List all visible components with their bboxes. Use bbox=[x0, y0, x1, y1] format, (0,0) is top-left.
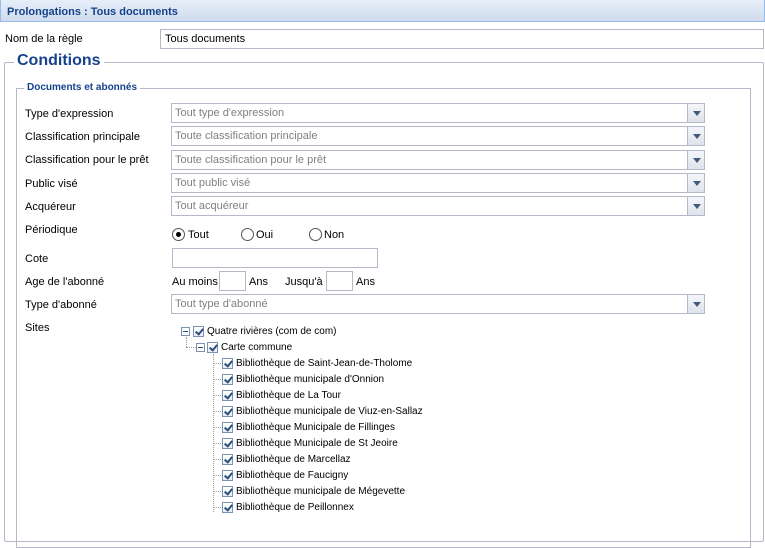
radio-non[interactable] bbox=[309, 228, 322, 241]
classification-principale-label: Classification principale bbox=[25, 131, 140, 143]
checkbox-checked-icon[interactable] bbox=[222, 486, 233, 497]
checkbox-checked-icon[interactable] bbox=[222, 374, 233, 385]
checkbox-checked-icon[interactable] bbox=[222, 422, 233, 433]
chevron-down-icon[interactable] bbox=[687, 151, 704, 169]
chevron-down-icon[interactable] bbox=[687, 197, 704, 215]
age-max-unit: Ans bbox=[356, 276, 375, 288]
type-expression-combo[interactable]: Tout type d'expression bbox=[171, 103, 705, 123]
tree-item-label: Bibliothèque de Peillonnex bbox=[236, 502, 354, 513]
tree-item-label: Bibliothèque de Marcellaz bbox=[236, 454, 351, 465]
public-vise-label: Public visé bbox=[25, 178, 78, 190]
tree-group-label: Carte commune bbox=[221, 342, 293, 353]
type-abonne-combo[interactable]: Tout type d'abonné bbox=[171, 294, 705, 314]
conditions-legend: Conditions bbox=[14, 52, 104, 70]
rule-name-label: Nom de la règle bbox=[5, 33, 83, 45]
tree-root-label: Quatre rivières (com de com) bbox=[207, 326, 337, 337]
chevron-down-icon[interactable] bbox=[687, 127, 704, 145]
type-expression-label: Type d'expression bbox=[25, 108, 114, 120]
acquereur-placeholder: Tout acquéreur bbox=[175, 200, 249, 212]
classification-pret-label: Classification pour le prêt bbox=[25, 154, 149, 166]
age-min-label: Au moins bbox=[172, 276, 218, 288]
tree-item-label: Bibliothèque Municipale de St Jeoire bbox=[236, 438, 398, 449]
radio-oui-label: Oui bbox=[256, 229, 274, 241]
checkbox-checked-icon[interactable] bbox=[222, 358, 233, 369]
age-max-label: Jusqu'à bbox=[285, 276, 323, 288]
tree-item-label: Bibliothèque municipale de Viuz-en-Salla… bbox=[236, 406, 423, 417]
documents-abonnes-legend: Documents et abonnés bbox=[24, 82, 141, 93]
public-vise-combo[interactable]: Tout public visé bbox=[171, 173, 705, 193]
acquereur-label: Acquéreur bbox=[25, 201, 76, 213]
age-max-input[interactable] bbox=[326, 271, 353, 291]
chevron-down-icon[interactable] bbox=[687, 295, 704, 313]
classification-pret-placeholder: Toute classification pour le prêt bbox=[175, 154, 327, 166]
checkbox-checked-icon[interactable] bbox=[222, 406, 233, 417]
classification-pret-combo[interactable]: Toute classification pour le prêt bbox=[171, 150, 705, 170]
public-vise-placeholder: Tout public visé bbox=[175, 177, 251, 189]
tree-item-label: Bibliothèque de Saint-Jean-de-Tholome bbox=[236, 358, 413, 369]
collapse-icon[interactable] bbox=[196, 343, 205, 352]
tree-item-label: Bibliothèque de Faucigny bbox=[236, 470, 349, 481]
checkbox-checked-icon[interactable] bbox=[207, 342, 218, 353]
classification-principale-combo[interactable]: Toute classification principale bbox=[171, 126, 705, 146]
checkbox-checked-icon[interactable] bbox=[222, 454, 233, 465]
age-label: Age de l'abonné bbox=[25, 276, 105, 288]
type-abonne-placeholder: Tout type d'abonné bbox=[175, 298, 268, 310]
type-abonne-label: Type d'abonné bbox=[25, 299, 97, 311]
chevron-down-icon[interactable] bbox=[687, 104, 704, 122]
checkbox-checked-icon[interactable] bbox=[222, 502, 233, 513]
age-min-input[interactable] bbox=[219, 271, 246, 291]
checkbox-checked-icon[interactable] bbox=[193, 326, 204, 337]
panel-title: Prolongations : Tous documents bbox=[0, 0, 765, 22]
tree-item-label: Bibliothèque municipale de Mégevette bbox=[236, 486, 405, 497]
radio-non-label: Non bbox=[324, 229, 345, 241]
tree-item-label: Bibliothèque municipale d'Onnion bbox=[236, 374, 385, 385]
chevron-down-icon[interactable] bbox=[687, 174, 704, 192]
tree-item-label: Bibliothèque Municipale de Fillinges bbox=[236, 422, 395, 433]
type-expression-placeholder: Tout type d'expression bbox=[175, 107, 285, 119]
radio-tout[interactable] bbox=[172, 228, 185, 241]
cote-input[interactable] bbox=[172, 248, 378, 268]
checkbox-checked-icon[interactable] bbox=[222, 390, 233, 401]
rule-name-input[interactable] bbox=[160, 29, 764, 49]
acquereur-combo[interactable]: Tout acquéreur bbox=[171, 196, 705, 216]
radio-tout-label: Tout bbox=[188, 229, 209, 241]
periodique-label: Périodique bbox=[25, 224, 78, 236]
radio-oui[interactable] bbox=[241, 228, 254, 241]
checkbox-checked-icon[interactable] bbox=[222, 470, 233, 481]
classification-principale-placeholder: Toute classification principale bbox=[175, 130, 318, 142]
tree-item-label: Bibliothèque de La Tour bbox=[236, 390, 341, 401]
collapse-icon[interactable] bbox=[181, 327, 190, 336]
sites-label: Sites bbox=[25, 322, 50, 334]
cote-label: Cote bbox=[25, 253, 49, 265]
age-min-unit: Ans bbox=[249, 276, 268, 288]
checkbox-checked-icon[interactable] bbox=[222, 438, 233, 449]
